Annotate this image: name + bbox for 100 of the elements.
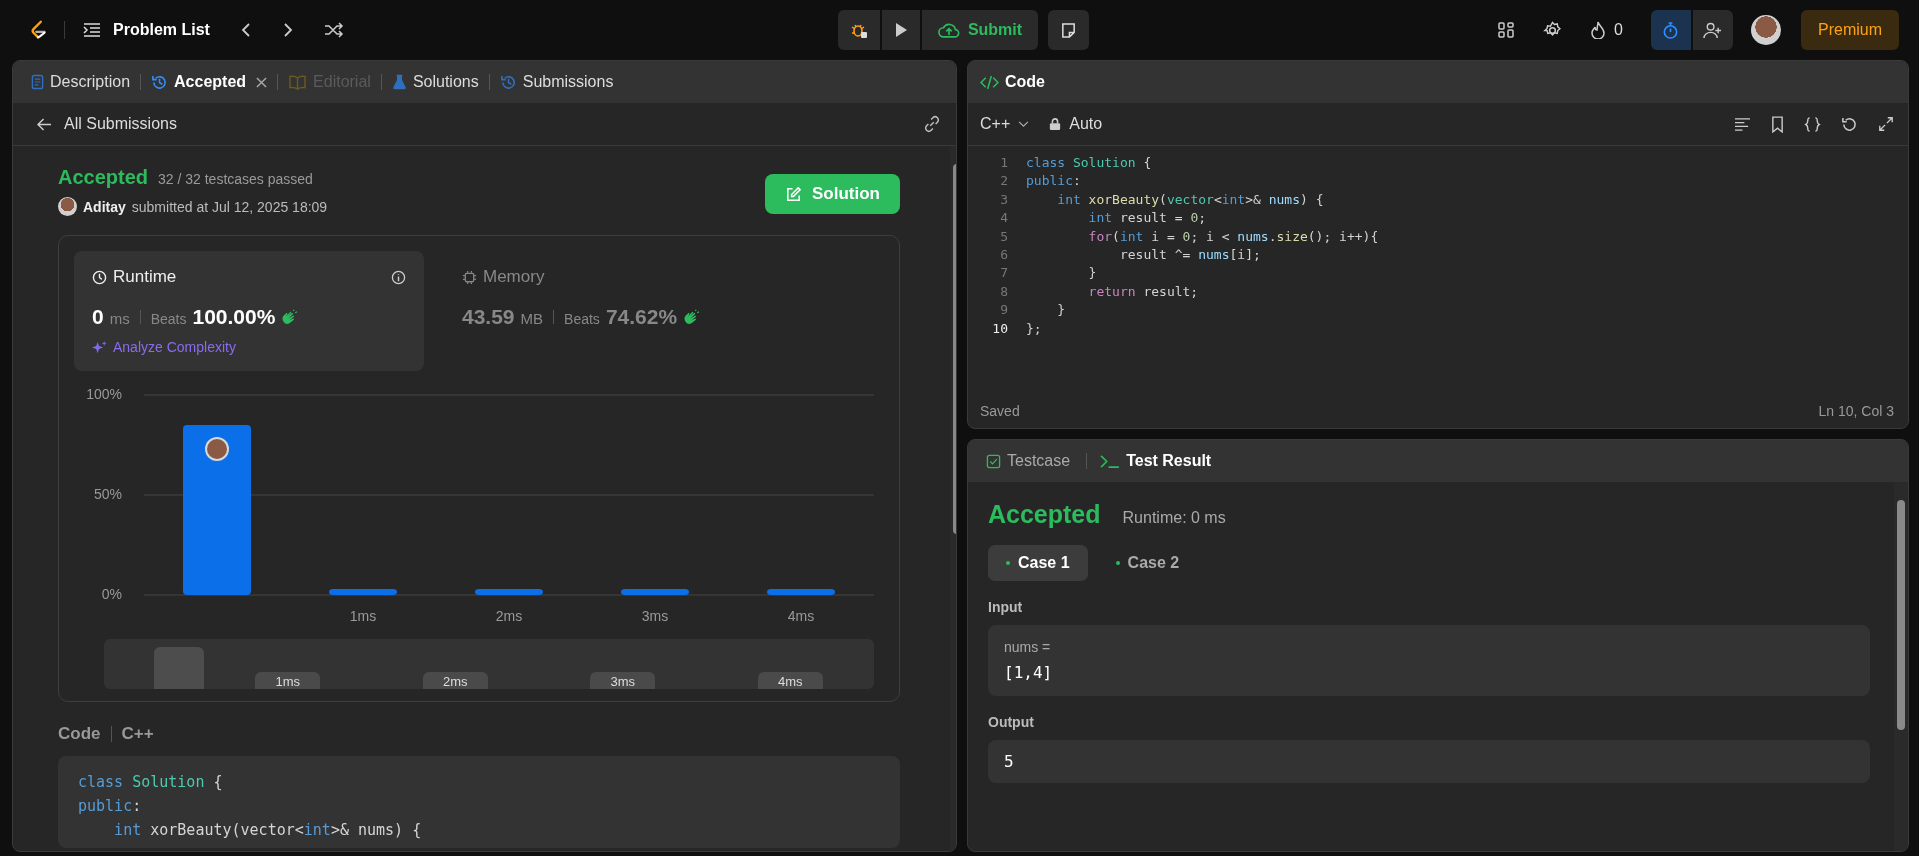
arrow-left-icon: [37, 117, 52, 131]
stopwatch-icon: [1662, 20, 1680, 40]
code-line: class Solution {: [1026, 154, 1152, 172]
testcases-text: 32 / 32 testcases passed: [158, 171, 313, 187]
all-submissions-link[interactable]: All Submissions: [37, 115, 177, 133]
code-line: int result = 0;: [1087, 209, 1207, 228]
streak-count: 0: [1614, 21, 1623, 39]
chart-navigator[interactable]: 1ms 2ms 3ms 4ms: [104, 639, 874, 689]
runtime-text: Runtime: 0 ms: [1122, 509, 1226, 527]
submitted-time: submitted at Jul 12, 2025 18:09: [131, 198, 328, 215]
x-axis-label: 1ms: [349, 608, 377, 624]
lock-icon: [1049, 117, 1062, 131]
line-number: 8: [999, 282, 1008, 301]
output-value: 5: [1004, 752, 1015, 771]
line-number: 1: [999, 154, 1008, 172]
history-icon: [151, 73, 169, 91]
add-user-button[interactable]: [1693, 10, 1733, 50]
play-icon: [893, 22, 908, 38]
stat-tile[interactable]: Runtime 0 ms Beats 100.00% Analyze Complexity: [74, 251, 424, 371]
line-number: 2: [999, 172, 1008, 191]
beats-percent: 74.62%: [605, 305, 678, 329]
beats-percent: 100.00%: [192, 305, 276, 329]
beats-label: Beats: [150, 311, 187, 327]
submit-button[interactable]: Submit: [921, 10, 1039, 50]
debug-button[interactable]: [837, 10, 880, 50]
case-tab[interactable]: Case 1: [988, 545, 1088, 581]
chevron-down-icon: [1018, 120, 1030, 128]
history-icon: [499, 73, 517, 91]
panel-tab[interactable]: Solutions: [381, 64, 489, 100]
param-name: nums =: [1004, 639, 1052, 655]
cursor-position: Ln 10, Col 3: [1818, 403, 1894, 419]
edit-icon: [785, 185, 802, 203]
panel-tab[interactable]: Description: [21, 64, 141, 100]
avatar[interactable]: [1751, 15, 1781, 45]
note-button[interactable]: [1048, 10, 1090, 50]
panel-tab[interactable]: Accepted: [141, 64, 278, 100]
stat-value: 43.59: [462, 305, 515, 329]
cloud-upload-icon: [937, 21, 960, 39]
mode-label: Auto: [1069, 115, 1103, 133]
checkbox-icon: [986, 453, 1001, 469]
save-status: Saved: [980, 403, 1020, 419]
add-user-icon: [1703, 21, 1723, 39]
format-icon[interactable]: [1734, 116, 1751, 132]
flame-icon[interactable]: [1590, 21, 1607, 39]
shuffle-icon[interactable]: [323, 22, 344, 38]
code-heading: Code: [58, 724, 101, 744]
braces-icon[interactable]: [1804, 115, 1821, 133]
navigator-label: 4ms: [757, 672, 823, 689]
note-icon: [1060, 21, 1078, 39]
timer-button[interactable]: [1651, 10, 1691, 50]
language-dropdown[interactable]: C++: [980, 115, 1030, 133]
close-icon[interactable]: [256, 76, 268, 88]
premium-button[interactable]: Premium: [1801, 10, 1899, 50]
x-axis-label: 2ms: [495, 608, 523, 624]
param-value: [1,4]: [1004, 663, 1054, 682]
chip-icon: [462, 269, 477, 285]
code-line: }: [1056, 301, 1066, 320]
username[interactable]: Aditay: [83, 198, 126, 215]
x-axis-label: 4ms: [787, 608, 815, 624]
line-number: 4: [999, 209, 1008, 228]
navigator-handle[interactable]: [154, 647, 204, 689]
undo-icon[interactable]: [1841, 115, 1858, 133]
language-label: C++: [121, 724, 154, 744]
clap-icon: [683, 308, 701, 326]
code-line: }: [1087, 264, 1097, 283]
chevron-right-icon[interactable]: [281, 22, 294, 38]
code-line: for(int i = 0; i < nums.size(); i++){: [1087, 227, 1379, 246]
info-icon[interactable]: [391, 269, 406, 285]
problem-list-button[interactable]: Problem List: [83, 21, 210, 39]
code-icon: [980, 74, 999, 90]
bookmark-icon[interactable]: [1771, 115, 1784, 133]
submission-status: Accepted: [58, 166, 149, 189]
code-editor[interactable]: 1 class Solution { 2 public: 3 int xorBeauty(vector<int>& nums) { 4 int result = 0; 5 for(int i = 0; i < nums.size(); i++){ 6 result ^= nums[i]; 7 } 8 return result; 9 } 10 };: [968, 146, 1908, 394]
panel-tab[interactable]: Test Result: [1093, 443, 1222, 479]
stat-title: Memory: [483, 267, 545, 287]
layout-icon[interactable]: [1497, 21, 1516, 39]
stat-unit: ms: [109, 310, 130, 327]
link-icon[interactable]: [923, 115, 941, 133]
chevron-left-icon[interactable]: [239, 22, 252, 38]
panel-title: Code: [1005, 73, 1045, 91]
clap-icon: [281, 308, 299, 326]
stat-tile[interactable]: Memory 43.59 MB Beats 74.62%: [444, 251, 794, 371]
code-line: public:: [78, 796, 143, 817]
sparkle-icon: [92, 339, 107, 355]
stat-value: 0: [92, 305, 104, 329]
code-line: public:: [1026, 172, 1081, 191]
code-line: result ^= nums[i];: [1118, 246, 1261, 265]
y-axis-label: 0%: [101, 586, 122, 602]
line-number: 5: [999, 227, 1008, 246]
expand-icon[interactable]: [1878, 116, 1894, 132]
panel-tab[interactable]: Submissions: [489, 64, 624, 100]
beats-label: Beats: [564, 311, 600, 327]
navigator-label: 2ms: [422, 672, 488, 689]
run-button[interactable]: [881, 10, 920, 50]
navigator-label: 1ms: [255, 672, 321, 689]
scrollbar[interactable]: [1894, 482, 1908, 851]
navigator-label: 3ms: [590, 672, 656, 689]
case-tab[interactable]: Case 2: [1097, 545, 1198, 581]
panel-tab[interactable]: Testcase: [980, 443, 1081, 479]
code-line: };: [1026, 319, 1042, 338]
